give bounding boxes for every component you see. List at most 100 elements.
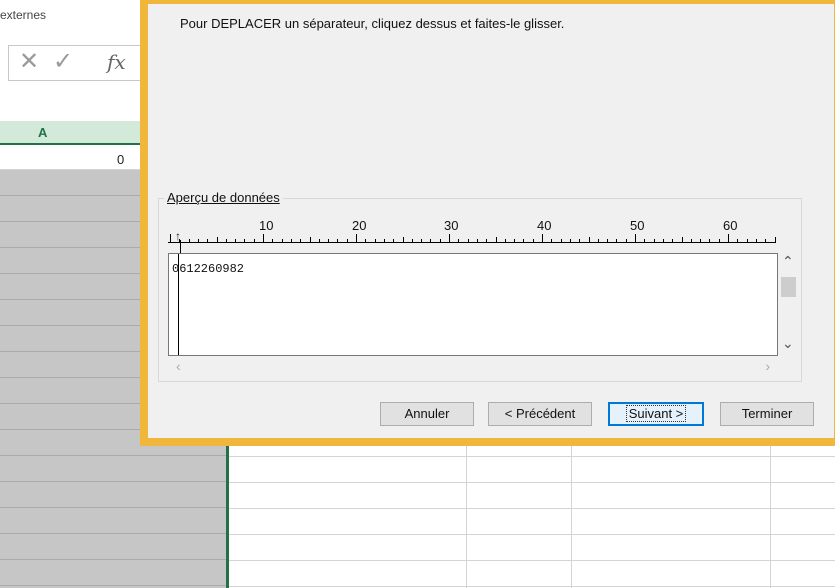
ruler-tick — [421, 239, 423, 242]
ruler-tick — [495, 237, 497, 242]
ruler-tick — [374, 239, 376, 242]
ruler-tick — [532, 239, 534, 242]
ruler-tick — [411, 239, 413, 242]
separator-instruction: Pour DEPLACER un séparateur, cliquez des… — [180, 16, 565, 31]
ruler-tick — [188, 239, 190, 242]
ruler-tick — [300, 239, 302, 242]
vertical-scrollbar[interactable]: ⌃ ⌄ — [778, 253, 798, 356]
insert-function-icon[interactable]: fx — [107, 50, 126, 74]
ruler-tick — [690, 239, 692, 242]
ruler-tick — [281, 239, 283, 242]
enter-formula-icon[interactable]: ✓ — [53, 50, 73, 74]
ruler-tick — [253, 239, 255, 242]
scroll-up-icon[interactable]: ⌃ — [782, 253, 794, 270]
ruler-tick — [356, 234, 357, 242]
next-button-label: Suivant > — [625, 405, 687, 422]
ruler-tick — [625, 239, 627, 242]
ruler-tick — [402, 237, 404, 242]
ruler-tick — [290, 239, 292, 242]
data-preview-label: Aperçu de données — [164, 190, 283, 205]
ruler-tick — [607, 239, 609, 242]
ruler-tick — [774, 237, 776, 242]
ruler-tick — [709, 239, 711, 242]
ruler-tick — [672, 239, 674, 242]
ruler-tick — [616, 239, 618, 242]
ruler-tick — [476, 239, 478, 242]
column-header-a-label: A — [38, 125, 48, 140]
ruler-tick — [644, 239, 646, 242]
cancel-button[interactable]: Annuler — [380, 402, 474, 426]
previous-button[interactable]: < Précédent — [488, 402, 592, 426]
ruler-baseline — [168, 242, 776, 243]
ruler-tick — [737, 239, 739, 242]
ruler-tick — [700, 239, 702, 242]
ruler-tick — [244, 239, 246, 242]
ruler-tick — [225, 239, 227, 242]
scroll-left-icon[interactable]: ‹ — [176, 358, 181, 374]
ruler-number: 60 — [723, 218, 738, 233]
scroll-thumb[interactable] — [781, 277, 796, 297]
ruler-tick — [207, 239, 209, 242]
ruler-tick — [523, 239, 525, 242]
ruler-tick — [337, 239, 339, 242]
data-preview-box[interactable]: 0612260982 — [168, 253, 778, 356]
ruler-tick — [560, 239, 562, 242]
ruler-tick — [383, 239, 385, 242]
ruler-number: 40 — [537, 218, 552, 233]
ruler-tick — [328, 239, 330, 242]
column-ruler[interactable]: 10 20 30 40 50 60 — [168, 216, 776, 244]
ruler-tick — [235, 239, 237, 242]
ruler-tick — [579, 239, 581, 242]
ruler-tick — [449, 234, 450, 242]
ruler-tick — [588, 237, 590, 242]
dialog-body: Pour DEPLACER un séparateur, cliquez des… — [148, 4, 834, 438]
ruler-tick — [272, 239, 274, 242]
ruler-tick — [170, 234, 171, 242]
ruler-tick — [458, 239, 460, 242]
ruler-tick — [504, 239, 506, 242]
scroll-down-icon[interactable]: ⌄ — [782, 335, 794, 352]
ruler-tick — [467, 239, 469, 242]
cancel-formula-icon[interactable]: ✕ — [19, 50, 39, 74]
separator-handle[interactable] — [180, 240, 181, 254]
ruler-number: 10 — [259, 218, 274, 233]
ruler-tick — [755, 239, 757, 242]
ruler-tick — [216, 237, 218, 242]
ruler-tick — [681, 237, 683, 242]
ruler-tick — [569, 239, 571, 242]
ruler-tick — [514, 239, 516, 242]
ruler-tick — [597, 239, 599, 242]
preview-data-line: 0612260982 — [172, 262, 245, 276]
ruler-number: 30 — [444, 218, 459, 233]
formula-bar-controls: ✕ ✓ fx — [8, 45, 148, 81]
ruler-tick — [542, 234, 543, 242]
ruler-tick — [653, 239, 655, 242]
ruler-tick — [197, 239, 199, 242]
ruler-tick — [765, 239, 767, 242]
ruler-tick — [439, 239, 441, 242]
horizontal-scrollbar[interactable]: ‹ › — [168, 356, 778, 376]
ruler-tick — [430, 239, 432, 242]
text-import-wizard-dialog: Pour DEPLACER un séparateur, cliquez des… — [140, 0, 835, 446]
ruler-tick — [309, 237, 311, 242]
ruler-tick — [263, 234, 264, 242]
ruler-tick — [486, 239, 488, 242]
ribbon-group-label: externes — [0, 8, 47, 22]
finish-button[interactable]: Terminer — [720, 402, 814, 426]
ruler-tick — [365, 239, 367, 242]
cell-a1-value: 0 — [117, 152, 125, 167]
scroll-right-icon[interactable]: › — [765, 358, 770, 374]
ruler-tick — [346, 239, 348, 242]
ruler-tick — [551, 239, 553, 242]
ruler-tick — [635, 234, 636, 242]
ruler-number: 50 — [630, 218, 645, 233]
ruler-tick — [393, 239, 395, 242]
next-button[interactable]: Suivant > — [608, 402, 704, 426]
ruler-tick — [718, 239, 720, 242]
ruler-tick — [728, 234, 729, 242]
data-preview-label-text: Aperçu de données — [167, 190, 280, 205]
ruler-tick — [746, 239, 748, 242]
ruler-tick — [318, 239, 320, 242]
ruler-tick — [662, 239, 664, 242]
ruler-number: 20 — [352, 218, 367, 233]
